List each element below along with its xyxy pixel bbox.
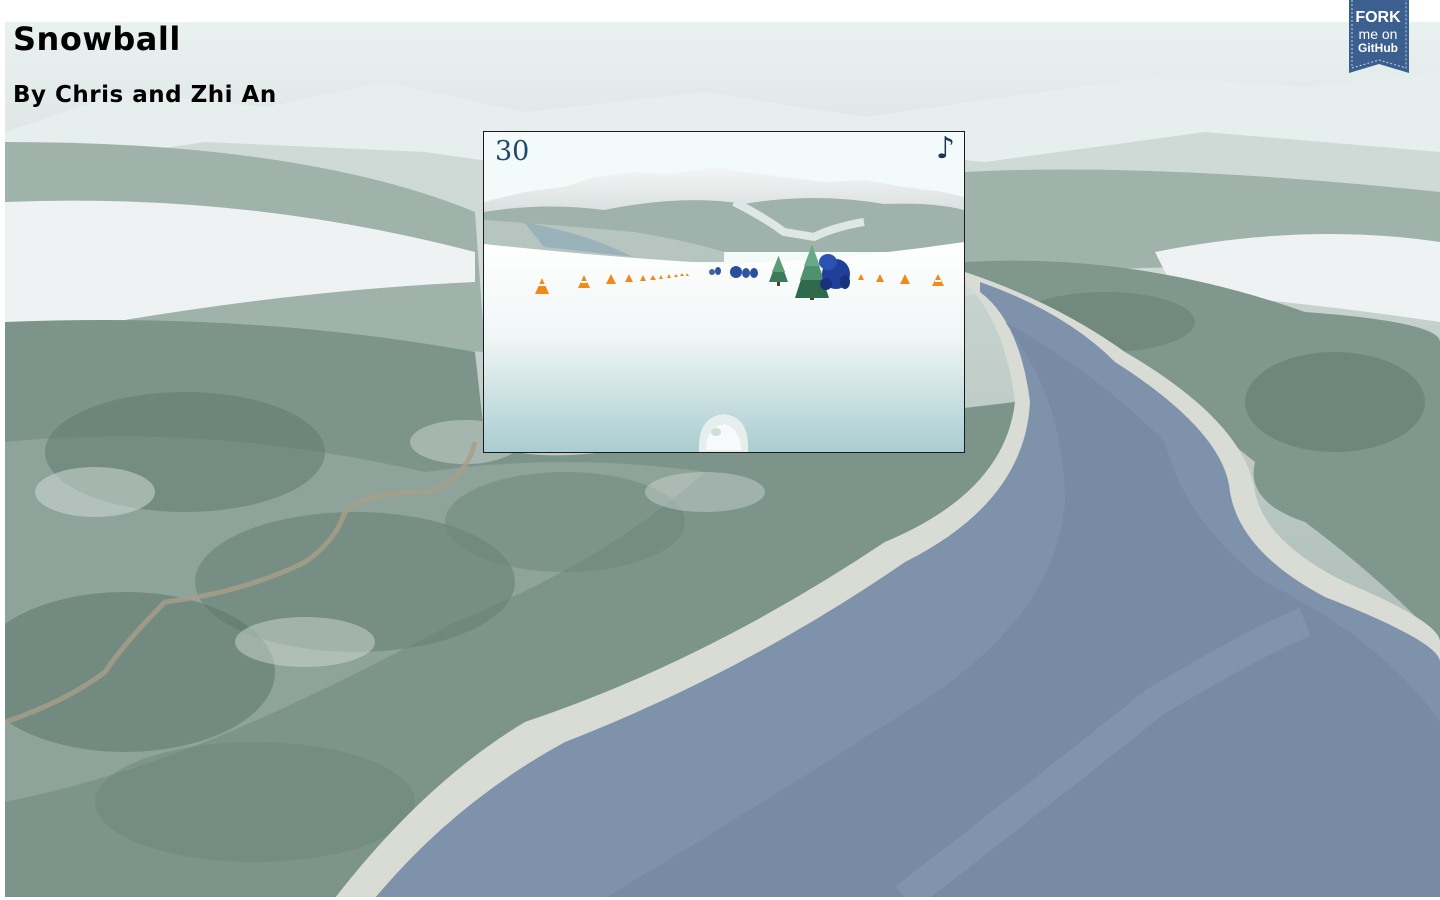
game-canvas[interactable]: 30 ♪	[483, 131, 965, 453]
score-counter: 30	[495, 136, 530, 167]
fork-ribbon-line3: GitHub	[1358, 41, 1398, 55]
page-subtitle: By Chris and Zhi An	[13, 82, 277, 108]
fork-ribbon-line2: me on	[1358, 26, 1398, 42]
fork-on-github-link[interactable]: FORK me on GitHub	[1348, 0, 1410, 74]
fork-ribbon-line1: FORK	[1355, 9, 1401, 26]
page-left-edge	[0, 0, 5, 900]
game-scene	[484, 132, 964, 452]
music-note-icon[interactable]: ♪	[936, 132, 960, 166]
page-title: Snowball	[13, 20, 181, 58]
